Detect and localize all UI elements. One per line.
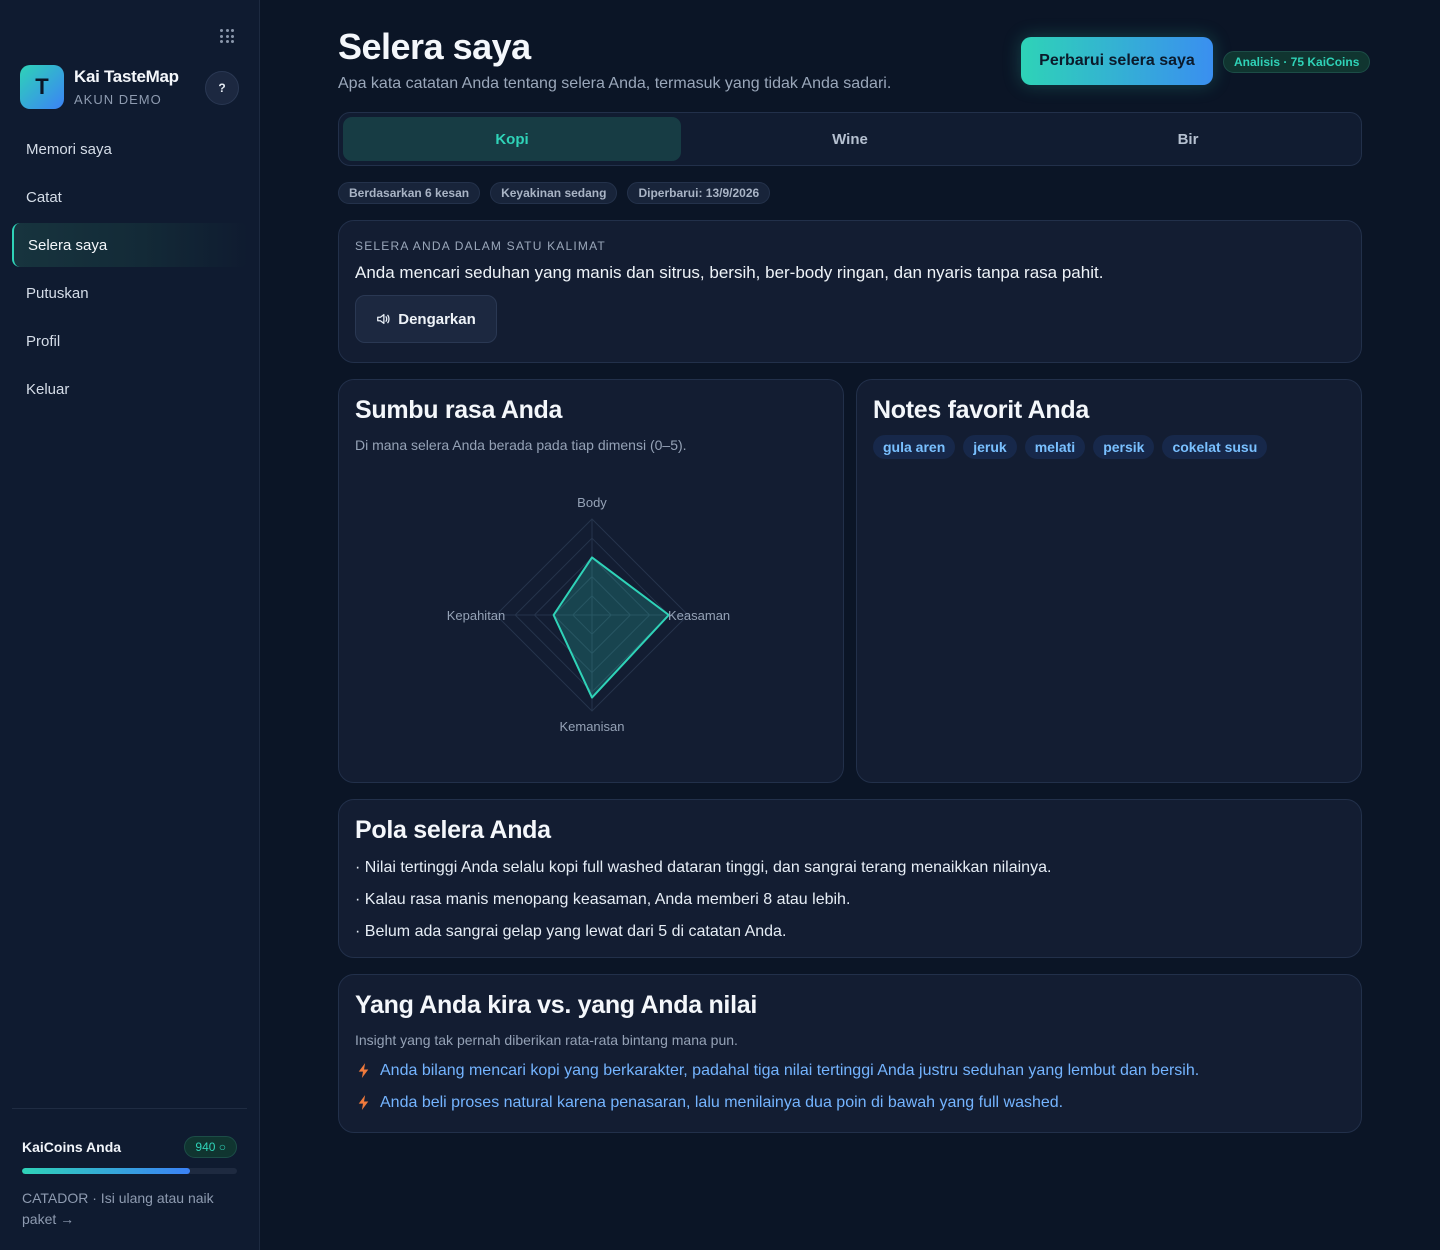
sidebar-item-catat[interactable]: Catat (12, 175, 248, 219)
help-button[interactable]: ? (205, 71, 239, 105)
flavor-axes-title: Sumbu rasa Anda (355, 396, 563, 424)
favorite-notes-title: Notes favorit Anda (873, 396, 1089, 424)
lightning-icon (358, 1095, 369, 1110)
account-label: AKUN DEMO (74, 92, 162, 107)
insight-text: Anda bilang mencari kopi yang berkarakte… (380, 1062, 1200, 1079)
summary-card: SELERA ANDA DALAM SATU KALIMAT Anda menc… (338, 220, 1362, 363)
pattern-bullet: · Kalau rasa manis menopang keasaman, An… (355, 891, 851, 908)
brand-logo: T (20, 65, 64, 109)
brand-name: Kai TasteMap (74, 67, 179, 86)
app-root: T Kai TasteMap AKUN DEMO ? Memori saya C… (0, 0, 1440, 1250)
chip-impressions: Berdasarkan 6 kesan (338, 182, 481, 204)
tab-bir[interactable]: Bir (1019, 117, 1357, 161)
update-taste-button[interactable]: Perbarui selera saya (1021, 37, 1213, 85)
sidebar-item-memori-saya[interactable]: Memori saya (12, 127, 248, 171)
analysis-cost-badge: Analisis · 75 KaiCoins (1223, 51, 1371, 73)
note-tag: jeruk (963, 435, 1017, 459)
flavor-axes-subtitle: Di mana selera Anda berada pada tiap dim… (355, 437, 687, 453)
lightning-icon (358, 1063, 369, 1078)
belief-vs-rating-card: Yang Anda kira vs. yang Anda nilai Insig… (338, 974, 1362, 1133)
chip-updated: Diperbarui: 13/9/2026 (627, 182, 771, 204)
summary-text: Anda mencari seduhan yang manis dan sitr… (355, 263, 1104, 282)
sidebar: T Kai TasteMap AKUN DEMO ? Memori saya C… (0, 0, 260, 1250)
sidebar-item-selera-saya[interactable]: Selera saya (12, 223, 248, 267)
note-tag: gula aren (873, 435, 956, 459)
radar-label-body: Body (577, 495, 607, 510)
radar-label-keasaman: Keasaman (668, 608, 730, 623)
speaker-icon (377, 313, 390, 325)
pattern-bullet: · Nilai tertinggi Anda selalu kopi full … (355, 859, 1052, 876)
sidebar-item-putuskan[interactable]: Putuskan (12, 271, 248, 315)
belief-vs-rating-subtitle: Insight yang tak pernah diberikan rata-r… (355, 1032, 738, 1048)
pattern-bullet: · Belum ada sangrai gelap yang lewat dar… (355, 923, 787, 940)
note-tag: cokelat susu (1162, 435, 1268, 459)
chip-confidence: Keyakinan sedang (490, 182, 618, 204)
summary-eyebrow: SELERA ANDA DALAM SATU KALIMAT (355, 239, 606, 253)
radar-label-kepahitan: Kepahitan (447, 608, 506, 623)
taste-pattern-card: Pola selera Anda · Nilai tertinggi Anda … (338, 799, 1362, 958)
sidebar-item-profil[interactable]: Profil (12, 319, 248, 363)
page-title: Selera saya (338, 26, 531, 67)
listen-button[interactable]: Dengarkan (355, 295, 497, 343)
favorite-notes-card: Notes favorit Anda gula aren jeruk melat… (856, 379, 1362, 783)
flavor-radar-chart: Body Keasaman Kemanisan Kepahitan (447, 495, 730, 734)
insight-item: Anda bilang mencari kopi yang berkarakte… (355, 1060, 1345, 1081)
insight-item: Anda beli proses natural karena penasara… (355, 1092, 1345, 1113)
sidebar-item-keluar[interactable]: Keluar (12, 367, 248, 411)
note-tag: melati (1024, 435, 1086, 459)
sidebar-nav: Memori saya Catat Selera saya Putuskan P… (12, 127, 248, 415)
category-tabs: Kopi Wine Bir (338, 112, 1362, 166)
belief-vs-rating-title: Yang Anda kira vs. yang Anda nilai (355, 991, 757, 1019)
note-tag: persik (1093, 435, 1155, 459)
meta-chips: Berdasarkan 6 kesan Keyakinan sedang Dip… (338, 182, 771, 204)
tab-wine[interactable]: Wine (681, 117, 1019, 161)
taste-pattern-title: Pola selera Anda (355, 816, 551, 844)
tab-kopi[interactable]: Kopi (343, 117, 681, 161)
kaicoins-balance-badge: 940 ○ (184, 1136, 237, 1158)
kaicoins-header: KaiCoins Anda 940 ○ (22, 1136, 237, 1158)
kaicoins-progress-fill (22, 1168, 190, 1174)
flavor-axes-card: Sumbu rasa Anda Di mana selera Anda bera… (338, 379, 844, 783)
insight-text: Anda beli proses natural karena penasara… (380, 1094, 1064, 1111)
radar-label-kemanisan: Kemanisan (559, 719, 624, 734)
page-subtitle: Apa kata catatan Anda tentang selera And… (338, 75, 892, 92)
kaicoins-panel: KaiCoins Anda 940 ○ CATADOR · Isi ulang … (12, 1108, 247, 1230)
kaicoins-title: KaiCoins Anda (22, 1139, 122, 1155)
listen-label: Dengarkan (398, 310, 476, 328)
kaicoins-progress-bar (22, 1168, 237, 1174)
favorite-notes-tags: gula aren jeruk melati persik cokelat su… (873, 435, 1345, 459)
kaicoins-topup-link[interactable]: CATADOR · Isi ulang atau naik paket → (22, 1188, 237, 1230)
apps-grid-icon[interactable] (220, 29, 234, 43)
